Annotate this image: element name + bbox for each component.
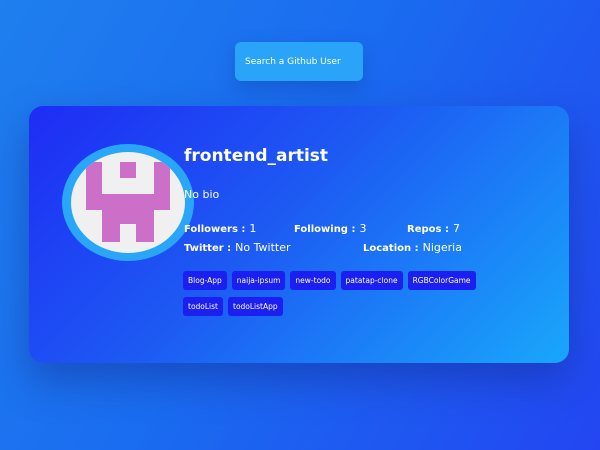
followers-stat: Followers :1 xyxy=(184,222,256,235)
repo-link[interactable]: todoList xyxy=(183,297,223,316)
followers-label: Followers : xyxy=(184,224,246,235)
repo-link[interactable]: Blog-App xyxy=(183,271,227,290)
avatar-ring xyxy=(62,144,194,261)
repo-link[interactable]: RGBColorGame xyxy=(407,271,476,290)
search-input[interactable] xyxy=(235,42,363,81)
location-stat: Location : Nigeria xyxy=(363,241,462,254)
repos-stat: Repos :7 xyxy=(407,222,460,235)
repo-list: Blog-App naija-ipsum new-todo patatap-cl… xyxy=(183,271,513,316)
avatar xyxy=(71,152,185,253)
twitter-label: Twitter : xyxy=(184,243,232,254)
location-label: Location : xyxy=(363,243,419,254)
location-value: Nigeria xyxy=(422,241,462,254)
bio: No bio xyxy=(184,188,220,201)
following-label: Following : xyxy=(294,224,356,235)
twitter-stat: Twitter : No Twitter xyxy=(184,241,290,254)
twitter-value: No Twitter xyxy=(235,241,291,254)
search-box xyxy=(235,42,363,81)
repo-link[interactable]: new-todo xyxy=(290,271,336,290)
identicon-avatar-icon xyxy=(86,162,170,242)
repos-label: Repos : xyxy=(407,224,449,235)
followers-value: 1 xyxy=(249,222,257,235)
profile-card: frontend_artist No bio Followers :1 Foll… xyxy=(29,106,569,363)
following-stat: Following :3 xyxy=(294,222,366,235)
repo-link[interactable]: patatap-clone xyxy=(340,271,403,290)
following-value: 3 xyxy=(359,222,367,235)
repo-link[interactable]: todoListApp xyxy=(228,297,283,316)
username: frontend_artist xyxy=(184,146,329,166)
repo-link[interactable]: naija-ipsum xyxy=(231,271,286,290)
repos-value: 7 xyxy=(452,222,460,235)
